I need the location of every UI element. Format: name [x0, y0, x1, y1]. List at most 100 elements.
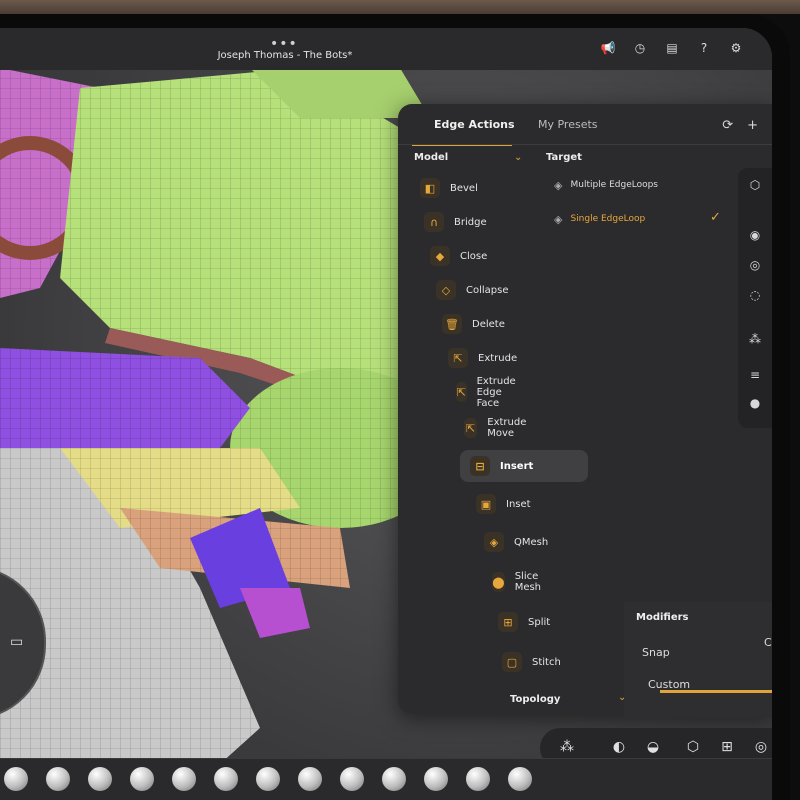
sliders-icon[interactable]: ≡	[746, 366, 764, 384]
insert-icon: ⊟	[470, 456, 490, 476]
toggle-icon[interactable]: ●	[746, 394, 764, 412]
extrude-icon: ⇱	[448, 348, 468, 368]
panel-divider	[398, 144, 772, 145]
modifiers-panel: Modifiers Snap Custom Custom	[624, 602, 772, 718]
history-icon[interactable]: ◷	[632, 40, 648, 56]
layers-icon[interactable]: ⁂	[746, 330, 764, 348]
tool-insert[interactable]: ⊟ Insert	[460, 450, 588, 482]
tool-inset[interactable]: ▣ Inset	[466, 488, 541, 520]
chevron-down-icon[interactable]: ⌄	[514, 152, 522, 163]
magnet-icon[interactable]: ◎	[746, 256, 764, 274]
brush-icon[interactable]	[88, 767, 112, 791]
tool-extrude[interactable]: ⇱ Extrude	[438, 342, 527, 374]
tool-label: Collapse	[466, 284, 509, 296]
top-icons: 📢 ◷ ▤ ? ⚙	[600, 40, 744, 56]
model-section-title: Model	[414, 152, 449, 163]
tab-edge-actions[interactable]: Edge Actions	[434, 118, 515, 131]
tool-label: Stitch	[532, 656, 561, 668]
brush-icon[interactable]	[256, 767, 280, 791]
extrude-move-icon: ⇱	[464, 418, 478, 438]
tool-label: Inset	[506, 498, 531, 510]
edgeloop-icon: ◈	[554, 212, 563, 226]
tool-label: Bridge	[454, 216, 487, 228]
close-icon: ◆	[430, 246, 450, 266]
model-section: Model ⌄ ◧ Bevel ∩ Bridge ◆ Close ◇ Colla…	[402, 146, 588, 672]
app-screen: ••• Joseph Thomas - The Bots* 📢 ◷ ▤ ? ⚙ …	[0, 28, 772, 800]
qmesh-icon: ◈	[484, 532, 504, 552]
shading-icon[interactable]: ◒	[644, 738, 662, 756]
cube-icon[interactable]: ⬡	[746, 176, 764, 194]
brush-icon[interactable]	[298, 767, 322, 791]
tool-label: Delete	[472, 318, 505, 330]
panel-tab-icons: ⟳ +	[722, 118, 758, 133]
add-icon[interactable]: +	[747, 118, 758, 133]
tool-label: Slice Mesh	[514, 571, 542, 593]
snap-value[interactable]: Custom	[764, 636, 772, 649]
tool-split[interactable]: ⊞ Split	[488, 606, 560, 638]
tab-my-presets[interactable]: My Presets	[538, 118, 598, 131]
brush-icon[interactable]	[508, 767, 532, 791]
tool-label: Extrude Move	[487, 417, 527, 439]
brush-icon[interactable]	[424, 767, 448, 791]
tool-label: Insert	[500, 460, 534, 472]
target-single-edgeloop[interactable]: ◈ Single EdgeLoop	[554, 208, 645, 230]
megaphone-icon[interactable]: 📢	[600, 40, 616, 56]
tool-bridge[interactable]: ∩ Bridge	[414, 206, 497, 238]
edgeloop-icon: ◈	[554, 178, 563, 192]
refresh-icon[interactable]: ⟳	[722, 118, 733, 133]
brush-icon[interactable]	[214, 767, 238, 791]
slice-mesh-icon: ⬤	[492, 572, 505, 592]
tool-close[interactable]: ◆ Close	[420, 240, 497, 272]
right-tool-rail: ⬡ ◉ ◎ ◌ ⁂ ≡ ●	[738, 168, 772, 428]
target-label: Multiple EdgeLoops	[570, 180, 658, 190]
extrude-edge-face-icon: ⇱	[456, 382, 467, 402]
tool-extrude-move[interactable]: ⇱ Extrude Move	[454, 412, 543, 444]
settings-icon[interactable]: ⚙	[728, 40, 744, 56]
target-multiple-edgeloops[interactable]: ◈ Multiple EdgeLoops	[554, 174, 658, 196]
brush-icon[interactable]	[382, 767, 406, 791]
tool-qmesh[interactable]: ◈ QMesh	[474, 526, 558, 558]
brush-icon[interactable]	[4, 767, 28, 791]
transform-icon[interactable]: ⁂	[558, 738, 576, 756]
tool-label: Extrude	[478, 352, 518, 364]
tool-label: Bevel	[450, 182, 478, 194]
tool-bevel[interactable]: ◧ Bevel	[410, 172, 488, 204]
slider-icon[interactable]: ▭	[10, 634, 23, 650]
tool-label: Extrude Edge Face	[476, 375, 516, 409]
layout-icon[interactable]: ▤	[664, 40, 680, 56]
topology-section-title[interactable]: Topology	[510, 694, 560, 705]
split-icon: ⊞	[498, 612, 518, 632]
document-title: Joseph Thomas - The Bots*	[217, 50, 353, 61]
bevel-icon: ◧	[420, 178, 440, 198]
brush-icon[interactable]	[172, 767, 196, 791]
brush-icon[interactable]	[130, 767, 154, 791]
tool-extrude-edge-face[interactable]: ⇱ Extrude Edge Face	[446, 375, 536, 409]
pivot-icon[interactable]: ◌	[746, 286, 764, 304]
checkmark-icon: ✓	[710, 210, 721, 225]
panel-tabs: Edge Actions My Presets ⟳ +	[406, 112, 766, 146]
material-icon[interactable]: ◐	[610, 738, 628, 756]
bridge-icon: ∩	[424, 212, 444, 232]
custom-slider[interactable]	[660, 690, 772, 693]
brush-shelf	[0, 758, 772, 800]
snap-label: Snap	[642, 646, 670, 659]
brush-icon[interactable]	[46, 767, 70, 791]
brush-icon[interactable]	[466, 767, 490, 791]
tool-label: Close	[460, 250, 488, 262]
tool-label: Split	[528, 616, 551, 628]
boolean-icon[interactable]: ◎	[752, 738, 770, 756]
modifiers-title: Modifiers	[636, 612, 689, 623]
tool-delete[interactable]: 🗑 Delete	[432, 308, 515, 340]
brush-icon[interactable]	[340, 767, 364, 791]
help-icon[interactable]: ?	[696, 40, 712, 56]
tool-slice-mesh[interactable]: ⬤ Slice Mesh	[482, 566, 558, 598]
add-box-icon[interactable]: ⊞	[718, 738, 736, 756]
cursor-icon[interactable]: ◉	[746, 226, 764, 244]
tool-collapse[interactable]: ◇ Collapse	[426, 274, 519, 306]
delete-icon: 🗑	[442, 314, 462, 334]
target-label: Single EdgeLoop	[570, 214, 646, 224]
top-bar: ••• Joseph Thomas - The Bots* 📢 ◷ ▤ ? ⚙	[0, 28, 772, 70]
tool-stitch[interactable]: ▢ Stitch	[492, 646, 571, 678]
stitch-icon: ▢	[502, 652, 522, 672]
cube-icon[interactable]: ⬡	[684, 738, 702, 756]
